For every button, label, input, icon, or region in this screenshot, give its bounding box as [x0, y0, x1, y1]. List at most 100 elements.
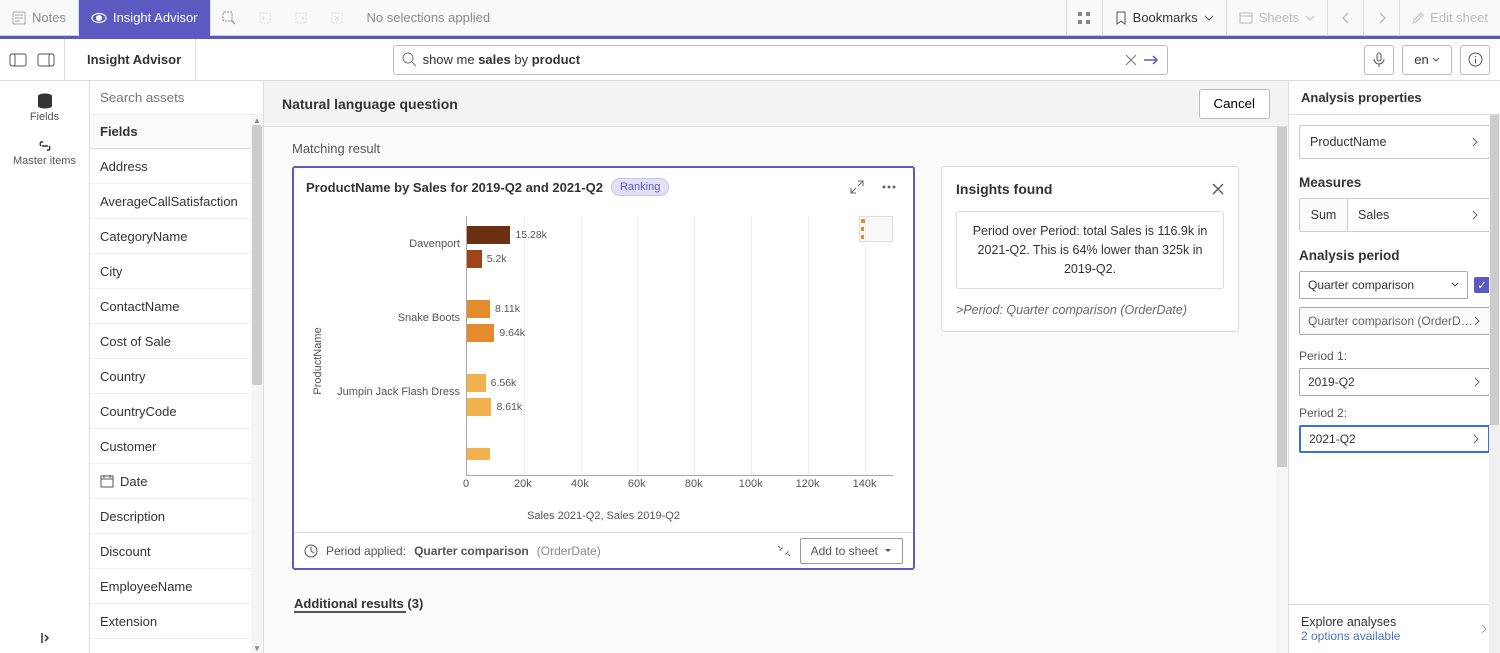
sheets-button[interactable]: Sheets: [1226, 0, 1327, 36]
field-row[interactable]: City: [90, 254, 263, 289]
props-scroll-thumb[interactable]: [1490, 115, 1499, 425]
period2-select[interactable]: 2021-Q2: [1299, 425, 1490, 453]
x-tick: 80k: [685, 478, 703, 490]
dimension-row[interactable]: ProductName: [1299, 125, 1490, 159]
info-icon: [1468, 52, 1483, 67]
bar-value-label: 9.64k: [499, 327, 525, 339]
break-link-icon: [776, 544, 792, 558]
center-scroll-thumb[interactable]: [1277, 127, 1287, 467]
smart-search-button[interactable]: [211, 0, 247, 36]
bar[interactable]: [467, 226, 510, 244]
caret-down-icon: [884, 548, 892, 554]
field-row[interactable]: Cost of Sale: [90, 324, 263, 359]
explore-analyses-row[interactable]: Explore analyses 2 options available: [1289, 604, 1500, 653]
chart-card: ProductName by Sales for 2019-Q2 and 202…: [292, 166, 915, 570]
break-link-button[interactable]: [776, 544, 792, 558]
chevron-right-icon: [1480, 624, 1488, 634]
close-insights-button[interactable]: [1212, 183, 1224, 195]
x-axis-label: Sales 2021-Q2, Sales 2019-Q2: [306, 510, 901, 522]
selections-tool-button[interactable]: [1066, 0, 1102, 36]
field-row[interactable]: ContactName: [90, 289, 263, 324]
edit-sheet-button[interactable]: Edit sheet: [1399, 0, 1500, 36]
voice-button[interactable]: [1364, 45, 1394, 75]
left-panel-toggle[interactable]: [4, 46, 32, 74]
right-panel-toggle[interactable]: [32, 46, 60, 74]
notes-tab[interactable]: Notes: [0, 0, 79, 36]
matching-result-label: Matching result: [264, 127, 1288, 166]
more-options-button[interactable]: [877, 175, 901, 199]
clear-selections-button[interactable]: [319, 0, 355, 36]
database-icon: [36, 93, 54, 109]
cancel-button[interactable]: Cancel: [1199, 89, 1271, 119]
bar[interactable]: [467, 374, 486, 392]
props-scrollbar[interactable]: [1489, 115, 1500, 653]
field-row[interactable]: Date: [90, 464, 263, 499]
field-row[interactable]: Extension: [90, 604, 263, 639]
step-back-button[interactable]: [247, 0, 283, 36]
field-row[interactable]: Customer: [90, 429, 263, 464]
bar[interactable]: [467, 448, 490, 460]
field-row[interactable]: AverageCallSatisfaction: [90, 184, 263, 219]
submit-arrow-icon[interactable]: [1143, 54, 1159, 66]
measure-row[interactable]: Sum Sales: [1299, 198, 1490, 232]
insight-advisor-label: Insight Advisor: [113, 10, 198, 25]
fullscreen-button[interactable]: [845, 175, 869, 199]
dimension-value: ProductName: [1310, 135, 1386, 149]
fields-search-input[interactable]: [100, 90, 253, 105]
rail-fields[interactable]: Fields: [0, 87, 89, 133]
add-to-sheet-label: Add to sheet: [811, 544, 878, 558]
insight-advisor-tab[interactable]: Insight Advisor: [79, 0, 211, 36]
prev-sheet-button[interactable]: [1327, 0, 1363, 36]
field-row[interactable]: CategoryName: [90, 219, 263, 254]
notes-label: Notes: [32, 10, 66, 25]
scroll-down-arrow[interactable]: ▼: [251, 643, 263, 653]
field-row[interactable]: Address: [90, 149, 263, 184]
rail-master-items[interactable]: Master items: [0, 133, 89, 177]
additional-results-label[interactable]: Additional results (3): [294, 596, 1258, 611]
chevron-right-icon: [1472, 434, 1480, 444]
bookmark-icon: [1115, 11, 1127, 25]
step-forward-button[interactable]: [283, 0, 319, 36]
bar[interactable]: [467, 250, 482, 268]
rail-fields-label: Fields: [30, 111, 59, 123]
bar-value-label: 8.61k: [496, 401, 522, 413]
scrollbar-thumb[interactable]: [252, 125, 262, 385]
chart-title: ProductName by Sales for 2019-Q2 and 202…: [306, 180, 603, 195]
notes-icon: [12, 11, 26, 25]
x-tick: 140k: [853, 478, 877, 490]
field-row[interactable]: Discount: [90, 534, 263, 569]
field-row[interactable]: Description: [90, 499, 263, 534]
bookmarks-button[interactable]: Bookmarks: [1102, 0, 1226, 36]
chevron-right-icon: [1377, 12, 1387, 24]
period-type-value: Quarter comparison: [1308, 278, 1414, 292]
fields-scrollbar[interactable]: ▲ ▼: [251, 115, 263, 653]
period-type-select[interactable]: Quarter comparison: [1299, 271, 1468, 299]
edit-sheet-label: Edit sheet: [1430, 10, 1488, 25]
chevron-left-icon: [1341, 12, 1351, 24]
chevron-down-icon: [1305, 14, 1315, 22]
add-to-sheet-button[interactable]: Add to sheet: [800, 538, 903, 564]
expand-icon: [850, 180, 864, 194]
period-checkbox[interactable]: ✓: [1474, 277, 1490, 293]
next-sheet-button[interactable]: [1363, 0, 1399, 36]
y-axis-label: ProductName: [312, 327, 324, 394]
search-box[interactable]: show me sales by product: [393, 45, 1168, 75]
info-button[interactable]: [1460, 45, 1490, 75]
bar[interactable]: [467, 324, 494, 342]
period-field-select[interactable]: Quarter comparison (OrderD…: [1299, 307, 1490, 335]
field-row[interactable]: Country: [90, 359, 263, 394]
bar[interactable]: [467, 300, 490, 318]
clear-input-icon[interactable]: [1125, 54, 1137, 66]
search-text: show me sales by product: [423, 52, 1119, 67]
field-row[interactable]: EmployeeName: [90, 569, 263, 604]
period1-select[interactable]: 2019-Q2: [1299, 368, 1490, 396]
scroll-up-arrow[interactable]: ▲: [251, 115, 263, 125]
y-category-label: Snake Boots: [326, 312, 460, 324]
bar[interactable]: [467, 398, 491, 416]
language-button[interactable]: en: [1402, 45, 1452, 75]
aggregation-cell[interactable]: Sum: [1300, 199, 1348, 231]
center-scrollbar[interactable]: [1276, 127, 1288, 653]
collapse-rail-button[interactable]: [38, 631, 52, 645]
nlq-title: Natural language question: [282, 96, 458, 112]
field-row[interactable]: CountryCode: [90, 394, 263, 429]
